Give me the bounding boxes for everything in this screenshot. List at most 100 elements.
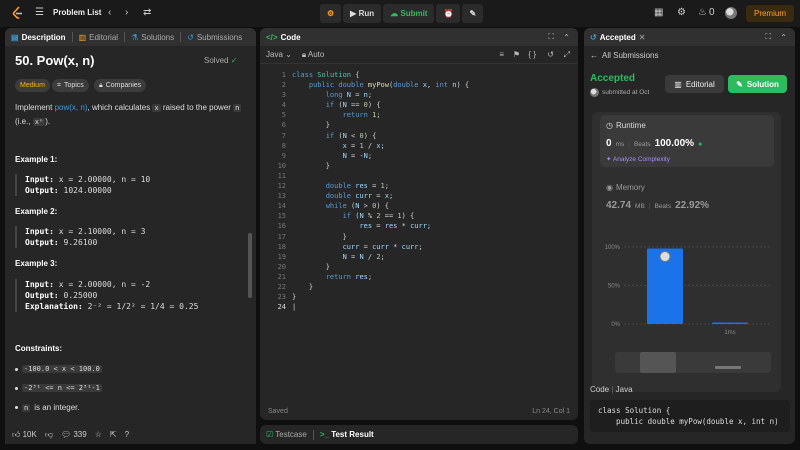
submit-button[interactable]: ☁ Submit <box>383 4 435 23</box>
like-button[interactable]: 👍︎ 10K <box>12 430 37 440</box>
tab-code[interactable]: </> Code <box>260 28 307 46</box>
tab-accepted[interactable]: ↺ Accepted ✕ <box>584 28 651 46</box>
constraints-title: Constraints: <box>15 344 63 353</box>
problem-list-link[interactable]: Problem List <box>53 8 101 17</box>
auto-mode-toggle[interactable]: 🔒︎ Auto <box>302 50 325 60</box>
range-slider[interactable] <box>615 352 771 373</box>
list-icon[interactable]: ☰ <box>35 7 44 19</box>
topics-chip[interactable]: ⌗ Topics <box>52 79 89 92</box>
editor-toolbar: Java ⌄ 🔒︎ Auto ≡ ⚑ { } ↺ ⤢ <box>260 46 578 64</box>
run-button[interactable]: ▶ Run <box>343 4 382 23</box>
share-icon: ⇱ <box>109 430 117 439</box>
code-brackets-icon: </> <box>266 32 278 42</box>
notes-button[interactable]: ✎ <box>462 4 484 23</box>
next-problem-icon[interactable]: › <box>125 7 128 19</box>
line-number: 2 <box>281 81 286 90</box>
history-icon: ↺ <box>590 32 597 42</box>
line-number: 15 <box>277 212 286 221</box>
format-icon[interactable]: ≡ <box>499 50 504 59</box>
line-numbers: 1 2 3 4 5 6 7 8 9 10 11 12 13 14 15 16 17 18 19 20 21 22 23 24 <box>260 70 286 312</box>
dislike-button[interactable]: 👎︎ <box>45 430 53 440</box>
chevron-down-icon: ⌄ <box>285 50 292 59</box>
favorite-button[interactable]: ☆ <box>95 430 102 439</box>
x-tick-label: 1ms <box>724 330 735 336</box>
bullet <box>15 406 18 409</box>
tab-submissions[interactable]: ↺ Submissions <box>181 28 248 46</box>
question-icon: ? <box>124 430 130 439</box>
sparkle-icon: ✦ <box>606 156 612 163</box>
example-block: Input: x = 2.10000, n = 3 Output: 9.2610… <box>15 226 235 248</box>
close-icon[interactable]: ✕ <box>639 33 646 42</box>
runtime-values: 0 ms | Beats 100.00% ● <box>606 138 703 149</box>
leetcode-logo-icon[interactable] <box>11 6 25 20</box>
star-icon: ☆ <box>94 430 102 439</box>
collapse-icon[interactable]: ⌃ <box>780 33 787 42</box>
analyze-complexity-link[interactable]: ✦ Analyze Complexity <box>606 155 670 163</box>
line-number: 5 <box>281 111 286 120</box>
runtime-box[interactable]: ◷ Runtime 0 ms | Beats 100.00% ● ✦ Analyz… <box>600 115 774 167</box>
thumbs-up-icon: 👍︎ <box>12 429 21 439</box>
line-number: 12 <box>277 182 286 191</box>
line-number: 3 <box>281 91 286 100</box>
streak-flame-icon[interactable]: ♨ <box>698 7 707 19</box>
flask-icon: ⚗ <box>131 32 139 42</box>
avatar <box>590 88 599 97</box>
debug-button[interactable]: ⚙ <box>320 4 342 23</box>
settings-gear-icon[interactable]: ⚙ <box>677 7 686 19</box>
user-avatar[interactable] <box>725 7 737 19</box>
user-position-avatar <box>659 251 671 263</box>
description-scrollbar[interactable] <box>248 233 252 298</box>
tab-editorial[interactable]: ▥ Editorial <box>73 28 124 46</box>
play-icon: ▶ <box>350 9 357 18</box>
difficulty-chip[interactable]: Medium <box>15 79 50 92</box>
runtime-distribution-chart: 100% 50% 0% 1ms <box>605 245 772 336</box>
bookmark-icon[interactable]: ⚑ <box>513 50 520 59</box>
collapse-icon[interactable]: ⌃ <box>563 33 570 42</box>
prev-problem-icon[interactable]: ‹ <box>108 7 111 19</box>
fullscreen-icon[interactable]: ⤢ <box>564 50 570 60</box>
companies-chip[interactable]: 🔒︎ Companies <box>94 79 147 92</box>
language-select[interactable]: Java ⌄ <box>266 50 292 59</box>
code-editor[interactable]: class Solution { public double myPow(dou… <box>292 70 572 312</box>
editor-status-bar: Saved Ln 24, Col 1 <box>268 407 570 415</box>
shuffle-icon[interactable]: ⇄ <box>143 7 151 19</box>
checkbox-icon: ☑ <box>266 430 274 439</box>
share-button[interactable]: ⇱ <box>110 430 117 439</box>
line-number: 8 <box>281 141 286 150</box>
premium-button[interactable]: Premium <box>746 5 794 22</box>
tab-test-result[interactable]: >_ Test Result <box>320 430 374 439</box>
line-number: 13 <box>277 192 286 201</box>
memory-label[interactable]: ◉ Memory <box>606 183 645 192</box>
line-number: 14 <box>277 202 286 211</box>
y-tick-label: 0% <box>611 322 620 328</box>
run-submit-group: ⚙ ▶ Run ☁ Submit ⏰ ✎ <box>320 4 484 23</box>
line-number: 9 <box>281 151 286 160</box>
divider: | <box>648 203 651 210</box>
layout-grid-icon[interactable]: ▦ <box>654 7 663 19</box>
line-number: 20 <box>277 262 286 271</box>
tab-solutions[interactable]: ⚗ Solutions <box>125 28 180 46</box>
code-panel: </> Code ⛶ ⌃ Java ⌄ 🔒︎ Auto ≡ ⚑ { } ↺ ⤢ 1… <box>260 28 578 420</box>
maximize-icon[interactable]: ⛶ <box>548 32 554 42</box>
comments-button[interactable]: 💬︎ 339 <box>61 430 87 439</box>
reset-icon[interactable]: ↺ <box>547 50 554 59</box>
solved-badge: Solved ✓ <box>204 56 238 65</box>
bar-1ms[interactable] <box>712 322 748 324</box>
maximize-icon[interactable]: ⛶ <box>765 32 771 42</box>
braces-icon[interactable]: { } <box>528 50 536 59</box>
constraint-item: -2³¹ <= n <= 2³¹-1 <box>15 384 102 392</box>
tab-testcase[interactable]: ☑ Testcase <box>266 430 307 439</box>
slider-thumb[interactable] <box>640 352 676 373</box>
editorial-button[interactable]: ▥ Editorial <box>665 75 724 93</box>
solution-button[interactable]: ✎ Solution <box>728 75 787 93</box>
check-circle-icon: ✓ <box>230 56 238 65</box>
document-icon: ▤ <box>11 32 19 42</box>
pow-link[interactable]: pow(x, n) <box>55 103 88 112</box>
all-submissions-link[interactable]: ← All Submissions <box>590 51 658 60</box>
help-button[interactable]: ? <box>125 430 129 439</box>
timer-button[interactable]: ⏰ <box>436 4 461 23</box>
line-number: 4 <box>281 101 286 110</box>
code-header: </> Code ⛶ ⌃ <box>260 28 578 46</box>
y-tick-label: 50% <box>608 284 621 290</box>
tab-description[interactable]: ▤ Description <box>5 28 72 46</box>
